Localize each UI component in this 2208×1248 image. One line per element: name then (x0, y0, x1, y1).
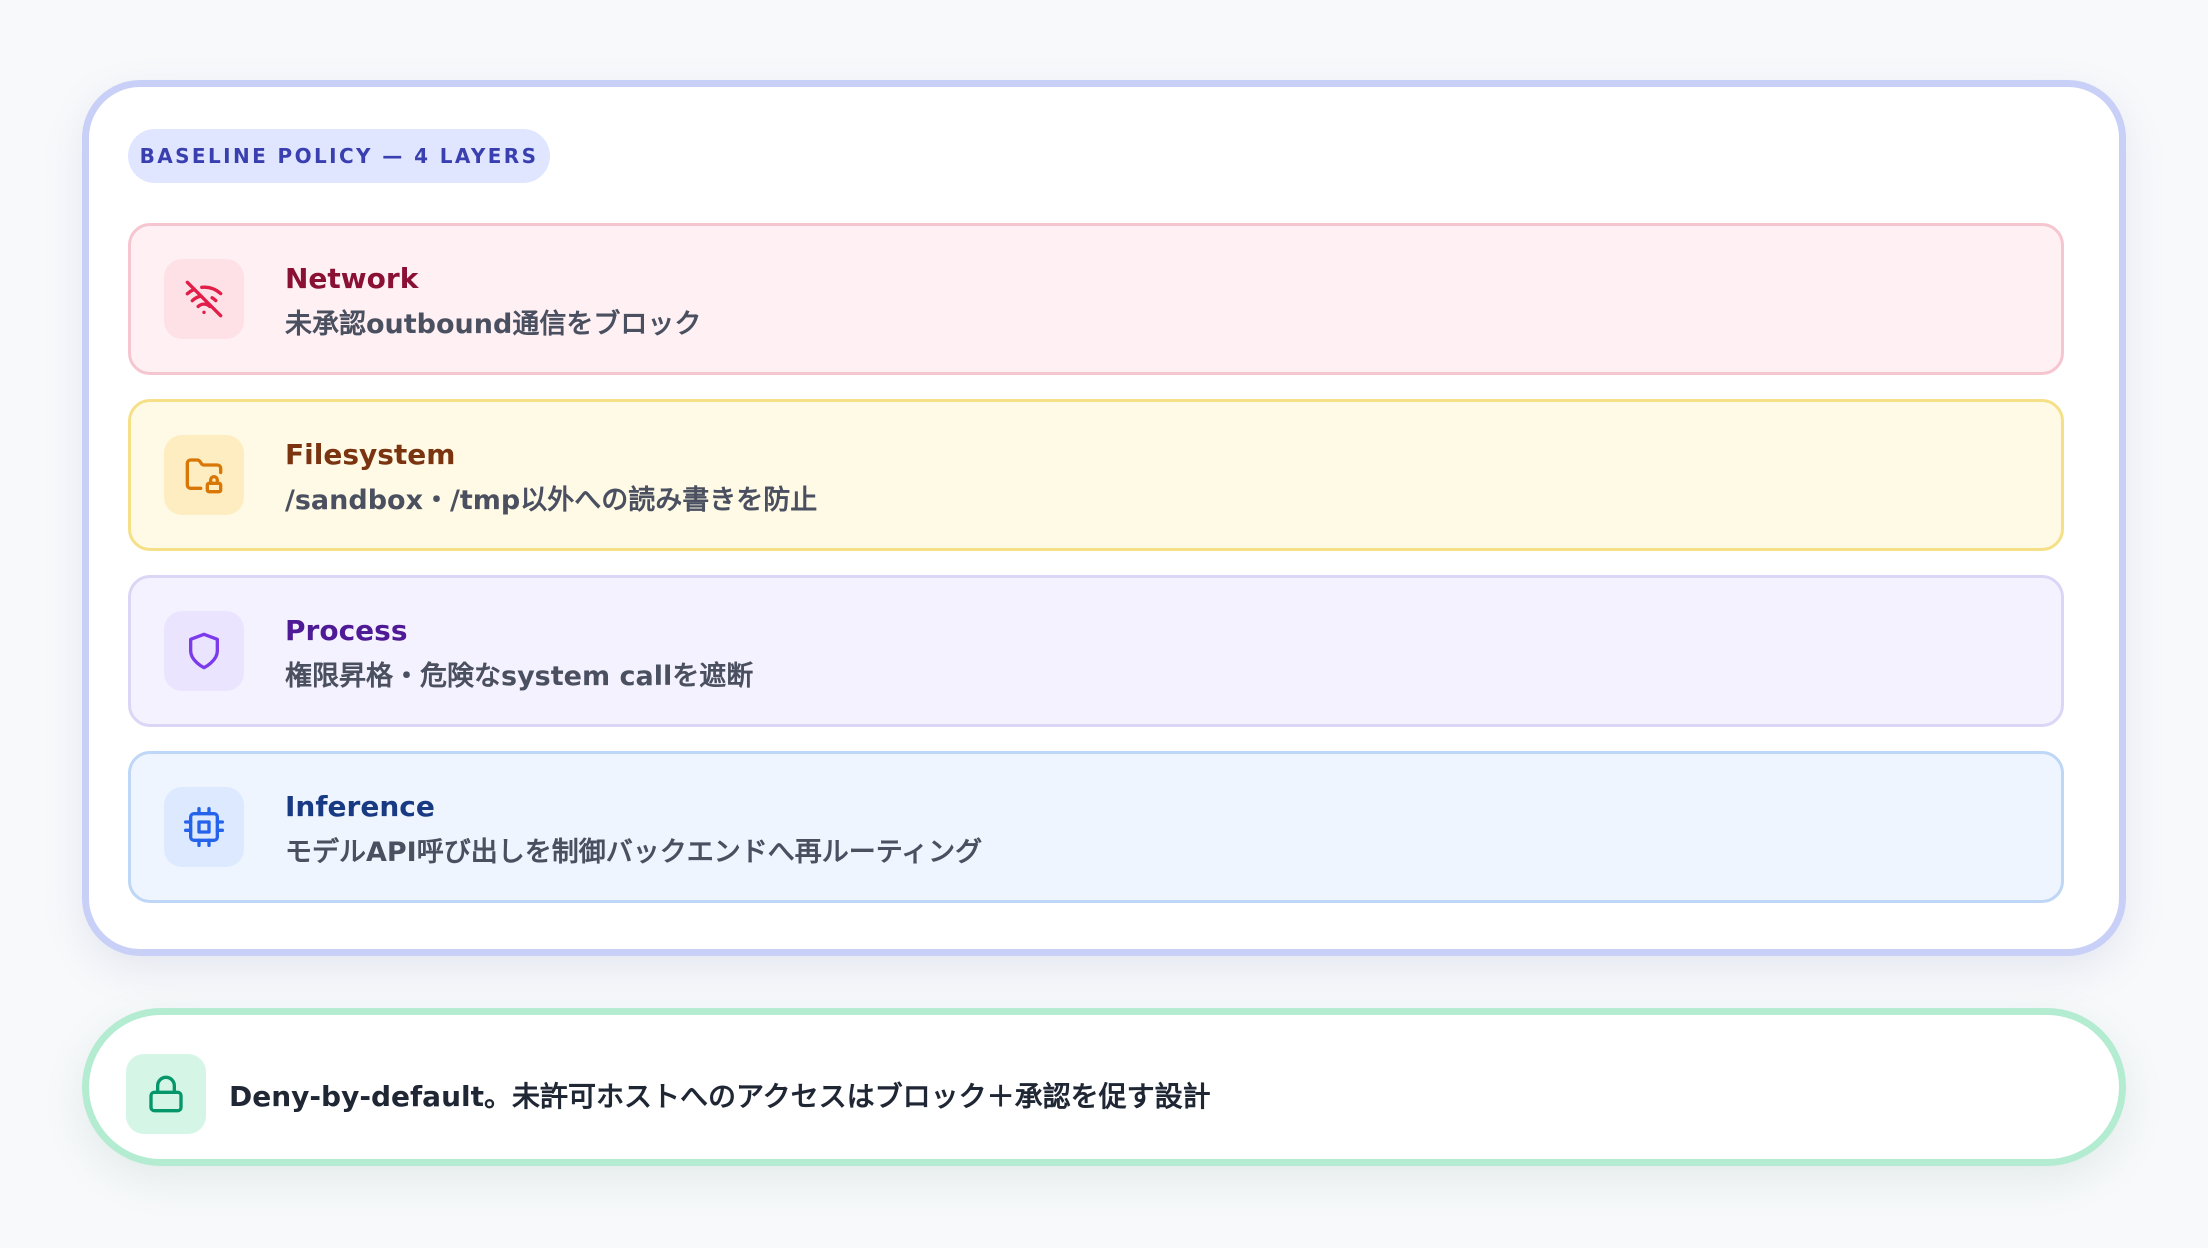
layer-title: Process (285, 614, 408, 647)
layer-description: 権限昇格・危険なsystem callを遮断 (285, 661, 754, 692)
shield-icon (164, 611, 244, 691)
layer-filesystem: Filesystem /sandbox・/tmp以外への読み書きを防止 (128, 399, 2064, 551)
layer-process: Process 権限昇格・危険なsystem callを遮断 (128, 575, 2064, 727)
lock-icon (126, 1054, 206, 1134)
layer-description: /sandbox・/tmp以外への読み書きを防止 (285, 485, 818, 516)
layer-title: Network (285, 262, 419, 295)
layer-title: Filesystem (285, 438, 456, 471)
layer-network: Network 未承認outbound通信をブロック (128, 223, 2064, 375)
policy-badge: BASELINE POLICY — 4 LAYERS (128, 129, 550, 183)
layer-inference: Inference モデルAPI呼び出しを制御バックエンドへ再ルーティング (128, 751, 2064, 903)
deny-by-default-callout: Deny-by-default。未許可ホストへのアクセスはブロック＋承認を促す設… (82, 1008, 2126, 1166)
layer-title: Inference (285, 790, 435, 823)
layer-description: 未承認outbound通信をブロック (285, 309, 702, 340)
layer-description: モデルAPI呼び出しを制御バックエンドへ再ルーティング (285, 837, 983, 868)
wifi-off-icon (164, 259, 244, 339)
cpu-icon (164, 787, 244, 867)
callout-text: Deny-by-default。未許可ホストへのアクセスはブロック＋承認を促す設… (229, 1080, 1211, 1113)
folder-lock-icon (164, 435, 244, 515)
